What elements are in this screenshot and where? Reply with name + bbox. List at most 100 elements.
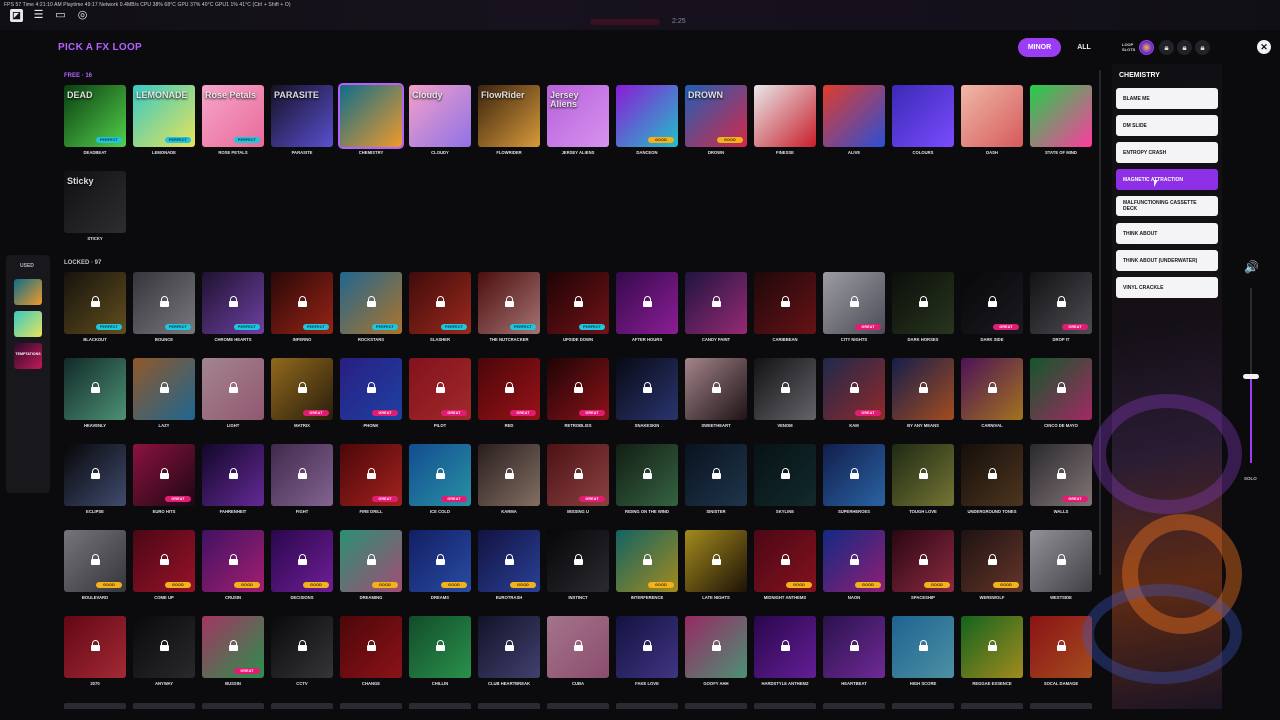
loop-card[interactable]: HIGH SCORE [892, 616, 954, 686]
loop-card[interactable]: GOOD DREAMING [340, 530, 402, 600]
loop-card[interactable]: GOOFY AHH [685, 616, 747, 686]
loop-card[interactable]: GREAT RETROBLISS [547, 358, 609, 428]
loop-card[interactable]: CHANGE [340, 616, 402, 686]
variation-option[interactable]: ENTROPY CRASH [1116, 142, 1218, 163]
menu-icon[interactable]: ☰ [32, 9, 45, 22]
variation-option[interactable]: BLAME ME [1116, 88, 1218, 109]
loop-card[interactable]: GREAT PHONK [340, 358, 402, 428]
loop-card[interactable]: SINISTER [685, 444, 747, 514]
loop-card[interactable]: PERFECT SLASHER [409, 272, 471, 342]
loop-card[interactable]: CUBA [547, 616, 609, 686]
loop-card[interactable]: HEARTBEAT [823, 616, 885, 686]
loop-card[interactable]: GREAT EURO HITS [133, 444, 195, 514]
loop-card[interactable]: PARASITE PARASITE [271, 85, 333, 155]
loop-card[interactable]: FAKE LOVE [616, 616, 678, 686]
loop-card[interactable]: ALIVE [823, 85, 885, 155]
used-item-3[interactable]: TEMPTATIONS [14, 343, 42, 369]
mode-minor-button[interactable]: MINOR [1018, 38, 1061, 57]
loop-card[interactable]: GOOD DANCEON [616, 85, 678, 155]
loop-card[interactable]: Rose Petals PERFECT ROSE PETALS [202, 85, 264, 155]
loop-card[interactable]: KARMA [478, 444, 540, 514]
loop-card[interactable]: PERFECT UPSIDE DOWN [547, 272, 609, 342]
loop-card[interactable]: 2070 [64, 616, 126, 686]
loop-card[interactable]: GREAT WALLS [1030, 444, 1092, 514]
loop-card[interactable]: CARIBBEAN [754, 272, 816, 342]
variation-option[interactable]: THINK ABOUT [1116, 223, 1218, 244]
loop-card[interactable]: RIDING ON THE WIND [616, 444, 678, 514]
loop-card[interactable]: DARK HORSES [892, 272, 954, 342]
loop-card[interactable]: GREAT RED [478, 358, 540, 428]
loop-card[interactable]: FlowRider FLOWRIDER [478, 85, 540, 155]
loop-card[interactable]: COLOURS [892, 85, 954, 155]
loop-card[interactable]: GOOD INTERFERENCE [616, 530, 678, 600]
used-item-1[interactable] [14, 279, 42, 305]
loop-card[interactable]: TOUGH LOVE [892, 444, 954, 514]
chat-icon[interactable]: ▭ [54, 9, 67, 22]
loop-card[interactable]: LATE NIGHTS [685, 530, 747, 600]
loop-card[interactable]: CINCO DE MAYO [1030, 358, 1092, 428]
loop-card[interactable]: CHILLIN [409, 616, 471, 686]
loop-card[interactable]: GREAT KAM [823, 358, 885, 428]
loop-card[interactable]: Jersey Aliens JERSEY ALIENS [547, 85, 609, 155]
loop-card[interactable]: LIGHT [202, 358, 264, 428]
loop-card[interactable]: PERFECT ROCKSTARS [340, 272, 402, 342]
loop-card[interactable]: PERFECT BOUNCE [133, 272, 195, 342]
loop-card[interactable]: VENOM [754, 358, 816, 428]
loop-card[interactable]: GOOD BOULEVARD [64, 530, 126, 600]
loop-card[interactable]: DEAD PERFECT DEADBEAT [64, 85, 126, 155]
loop-card[interactable]: LEMONADE PERFECT LEMONADE [133, 85, 195, 155]
loop-card[interactable]: WESTSIDE [1030, 530, 1092, 600]
loop-card[interactable]: UNDERGROUND TONES [961, 444, 1023, 514]
loop-card[interactable]: FIGHT [271, 444, 333, 514]
loop-card[interactable]: GOOD SPACESHIP [892, 530, 954, 600]
loop-card[interactable]: GREAT BUSSIN [202, 616, 264, 686]
loop-card[interactable]: DROWN GOOD DROWN [685, 85, 747, 155]
loop-card[interactable]: DASH [961, 85, 1023, 155]
loop-card[interactable]: GREAT CITY NIGHTS [823, 272, 885, 342]
loop-card[interactable]: GOOD MIDNIGHT ANTHEMS [754, 530, 816, 600]
loop-card[interactable]: PERFECT CHROME HEARTS [202, 272, 264, 342]
loop-slot-3[interactable]: 🔒︎ [1177, 40, 1192, 55]
grid-scrollbar[interactable] [1099, 70, 1101, 575]
variation-option[interactable]: MAGNETIC ATTRACTION [1116, 169, 1218, 190]
loop-card[interactable]: SUPERHEROES [823, 444, 885, 514]
loop-card[interactable]: INSTINCT [547, 530, 609, 600]
loop-card[interactable]: BY ANY MEANS [892, 358, 954, 428]
loop-card[interactable]: STATE OF MIND [1030, 85, 1092, 155]
loop-card[interactable]: LAZY [133, 358, 195, 428]
loop-card[interactable]: GREAT DARK SIDE [961, 272, 1023, 342]
loop-card[interactable]: CARNIVAL [961, 358, 1023, 428]
loop-card[interactable]: GOOD COME UP [133, 530, 195, 600]
loop-card[interactable]: GREAT ICE COLD [409, 444, 471, 514]
loop-card[interactable]: HARDSTYLE ANTHEMZ [754, 616, 816, 686]
loop-card[interactable]: SWEETHEART [685, 358, 747, 428]
loop-card[interactable]: GREAT DROP IT [1030, 272, 1092, 342]
loop-card[interactable]: AFTER HOURS [616, 272, 678, 342]
loop-card[interactable]: CHEMISTRY [338, 83, 404, 155]
loop-slot-2[interactable]: 🔒︎ [1159, 40, 1174, 55]
loop-card[interactable]: CANDY PAINT [685, 272, 747, 342]
loop-card[interactable]: FINESSE [754, 85, 816, 155]
loop-card[interactable]: GOOD DREAMS [409, 530, 471, 600]
loop-card[interactable]: FAHRENHEIT [202, 444, 264, 514]
loop-slot-1[interactable] [1139, 40, 1154, 55]
used-item-2[interactable] [14, 311, 42, 337]
loop-card[interactable]: CLUB HEARTBREAK [478, 616, 540, 686]
loop-card[interactable]: Cloudy CLOUDY [409, 85, 471, 155]
loop-card[interactable]: GOOD NAON [823, 530, 885, 600]
loop-slot-4[interactable]: 🔒︎ [1195, 40, 1210, 55]
loop-card[interactable]: ANYWAY [133, 616, 195, 686]
close-button[interactable]: ✕ [1257, 40, 1271, 54]
loop-card[interactable]: HEAVENLY [64, 358, 126, 428]
loop-card[interactable]: GOOD DECISIONS [271, 530, 333, 600]
loop-card[interactable]: SNAKESKIN [616, 358, 678, 428]
speaker-icon[interactable]: 🔊 [1244, 260, 1259, 274]
loop-card[interactable]: SKYLINE [754, 444, 816, 514]
mode-all-button[interactable]: ALL [1070, 38, 1098, 57]
variation-option[interactable]: DM SLIDE [1116, 115, 1218, 136]
loop-card[interactable]: GREAT PILOT [409, 358, 471, 428]
loop-card[interactable]: GOOD CRUSIN [202, 530, 264, 600]
variation-option[interactable]: MALFUNCTIONING CASSETTE DECK [1116, 196, 1218, 216]
loop-card[interactable]: Sticky STICKY [64, 171, 126, 241]
loop-card[interactable]: PERFECT BLACKOUT [64, 272, 126, 342]
